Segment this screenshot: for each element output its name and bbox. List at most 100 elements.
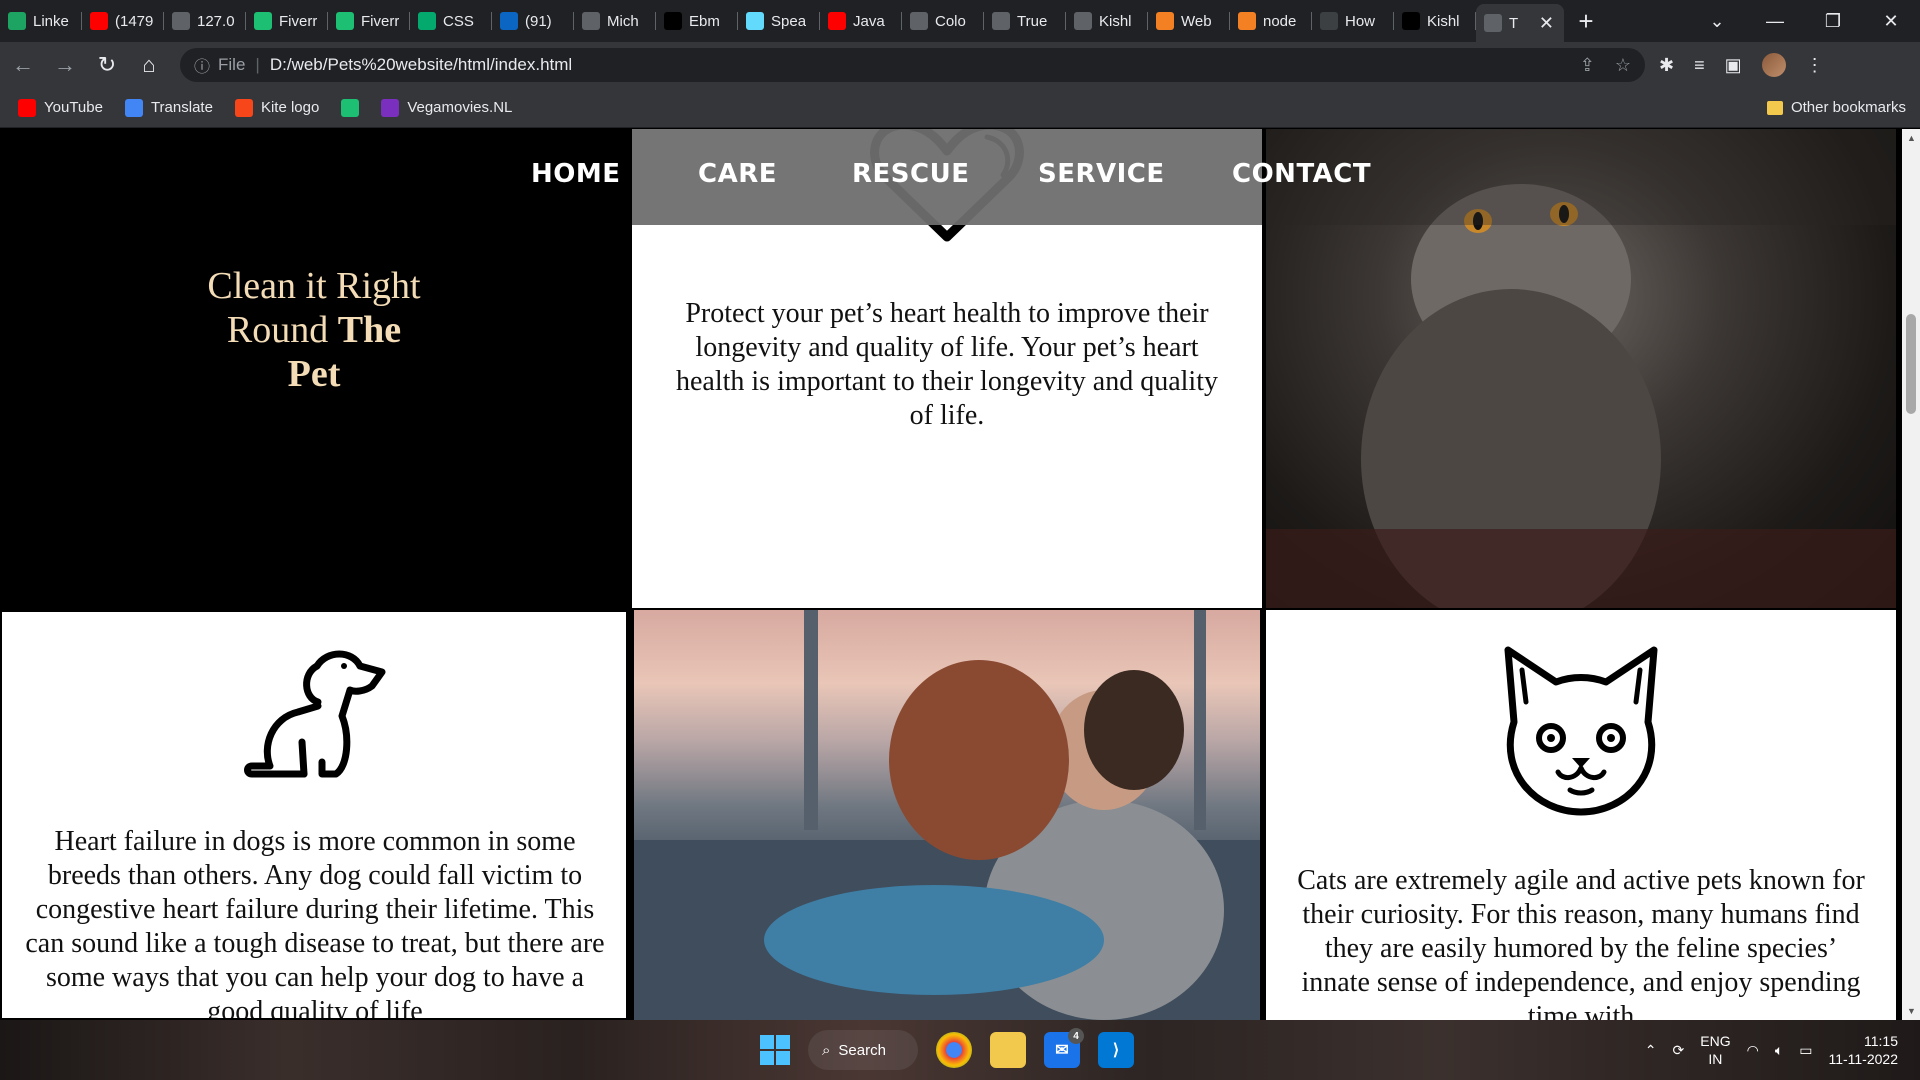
volume-icon[interactable]: 🔈︎	[1775, 1042, 1783, 1059]
browser-tab[interactable]: Colo	[902, 0, 984, 42]
battery-icon[interactable]: ▭	[1799, 1042, 1812, 1059]
browser-tab[interactable]: Java	[820, 0, 902, 42]
reload-button[interactable]: ↻	[88, 46, 126, 84]
v-icon	[381, 98, 400, 117]
browser-tab[interactable]: T ✕	[1476, 4, 1564, 42]
forward-button[interactable]: →	[46, 46, 84, 84]
stackoverflow-icon	[1238, 12, 1256, 30]
browser-tab[interactable]: CSS	[410, 0, 492, 42]
scheme-separator: |	[255, 55, 260, 74]
browser-tab[interactable]: Ebm	[656, 0, 738, 42]
browser-tab[interactable]: Linke	[0, 0, 82, 42]
vscode-icon[interactable]: ⟩	[1098, 1032, 1134, 1068]
info-icon[interactable]: ⓘ	[194, 53, 210, 77]
tab-strip: Linke (1479 127.0 Fiverr Fiverr CSS (91) Mich Eb…	[0, 0, 1920, 42]
close-window-button[interactable]: ✕	[1862, 11, 1920, 32]
language-code: ENG	[1700, 1033, 1731, 1049]
tab-search-icon[interactable]: ⌄	[1688, 11, 1746, 32]
cat-description: Cats are extremely agile and active pets…	[1297, 865, 1865, 1020]
tab-title: Ebm	[689, 12, 720, 30]
scrollbar-thumb[interactable]	[1906, 314, 1916, 414]
browser-tab[interactable]: Web	[1148, 0, 1230, 42]
dog-icon	[244, 650, 386, 778]
bookmark-item[interactable]	[341, 98, 360, 117]
back-button[interactable]: ←	[4, 46, 42, 84]
bookmark-label: YouTube	[44, 99, 103, 116]
slogan-line-2: Round The	[0, 308, 628, 352]
tray-chevron-icon[interactable]: ⌃	[1645, 1042, 1657, 1059]
scheme-label: File	[218, 55, 246, 74]
browser-tab[interactable]: Mich	[574, 0, 656, 42]
close-tab-icon[interactable]: ✕	[1539, 13, 1554, 34]
fiverr-icon	[341, 98, 360, 117]
mail-icon[interactable]: ✉ 4	[1044, 1028, 1084, 1068]
nav-home[interactable]: HOME	[531, 159, 621, 189]
nav-rescue[interactable]: RESCUE	[852, 159, 969, 189]
bookmark-star-icon[interactable]: ☆	[1615, 55, 1631, 76]
browser-tab[interactable]: Kishl	[1066, 0, 1148, 42]
browser-tab[interactable]: Fiverr	[328, 0, 410, 42]
media-icon[interactable]: ≡	[1694, 55, 1705, 76]
bookmark-item[interactable]: Kite logo	[234, 98, 319, 117]
page-scrollbar[interactable]: ▲ ▼	[1902, 129, 1920, 1020]
scroll-up-icon[interactable]: ▲	[1907, 133, 1916, 143]
slogan-line-3-text: Pet	[287, 353, 341, 395]
clock-date: 11-11-2022	[1828, 1051, 1898, 1067]
share-icon[interactable]: ⇪	[1580, 55, 1595, 76]
clock-time: 11:15	[1864, 1033, 1898, 1049]
slogan-line-2b: The	[337, 309, 402, 351]
tab-title: node	[1263, 12, 1297, 30]
tab-title: How	[1345, 12, 1376, 30]
bookmark-item[interactable]: Vegamovies.NL	[381, 98, 512, 117]
taskbar-search[interactable]: ⌕ Search	[808, 1030, 918, 1070]
scroll-down-icon[interactable]: ▼	[1907, 1006, 1916, 1016]
search-icon: ⌕	[822, 1041, 831, 1059]
extensions-icon[interactable]: ✱	[1659, 55, 1674, 76]
region-code: IN	[1708, 1051, 1723, 1067]
browser-tab[interactable]: How	[1312, 0, 1394, 42]
sync-icon[interactable]: ⟳	[1673, 1042, 1685, 1059]
globe-icon	[992, 12, 1010, 30]
file-explorer-icon[interactable]	[990, 1032, 1026, 1068]
browser-tab[interactable]: node	[1230, 0, 1312, 42]
folder-icon	[1766, 100, 1783, 115]
new-tab-button[interactable]: +	[1564, 0, 1608, 42]
address-bar[interactable]: ⓘ File | D:/web/Pets%20website/html/inde…	[180, 48, 1645, 82]
tab-title: Web	[1181, 12, 1212, 30]
browser-tab[interactable]: Fiverr	[246, 0, 328, 42]
browser-tab[interactable]: (91)	[492, 0, 574, 42]
browser-tab[interactable]: Spea	[738, 0, 820, 42]
tabs-list: Linke (1479 127.0 Fiverr Fiverr CSS (91) Mich Eb…	[0, 0, 1564, 42]
bookmarks-bar: YouTube Translate Kite logo Vegamovies.NL O…	[0, 88, 1920, 128]
minimize-button[interactable]: —	[1746, 11, 1804, 32]
slogan-line-2a: Round	[226, 309, 338, 351]
chrome-icon[interactable]	[936, 1032, 972, 1068]
windows-start-icon[interactable]	[760, 1035, 790, 1065]
browser-tab[interactable]: True	[984, 0, 1066, 42]
site-navbar: HOME CARE RESCUE SERVICE CONTACT	[0, 129, 1902, 225]
nav-contact[interactable]: CONTACT	[1232, 159, 1371, 189]
mail-badge: 4	[1068, 1028, 1084, 1044]
tab-title: T	[1509, 14, 1519, 32]
menu-icon[interactable]: ⋮	[1806, 55, 1824, 76]
profile-avatar[interactable]	[1761, 53, 1786, 77]
home-button[interactable]: ⌂	[130, 46, 168, 84]
globe-icon	[1074, 12, 1092, 30]
bookmark-item[interactable]: YouTube	[18, 98, 103, 117]
browser-tab[interactable]: Kishl	[1394, 0, 1476, 42]
browser-tab[interactable]: (1479	[82, 0, 164, 42]
nav-care[interactable]: CARE	[698, 159, 777, 189]
nav-service[interactable]: SERVICE	[1038, 159, 1165, 189]
bookmark-item[interactable]: Translate	[124, 98, 213, 117]
restore-button[interactable]: ❐	[1804, 11, 1862, 32]
clock[interactable]: 11:15 11-11-2022	[1828, 1032, 1898, 1068]
browser-tab[interactable]: 127.0	[164, 0, 246, 42]
tab-title: CSS	[443, 12, 474, 30]
wifi-icon[interactable]: ◠	[1747, 1042, 1759, 1059]
language-indicator[interactable]: ENG IN	[1700, 1032, 1730, 1068]
side-panel-icon[interactable]: ▣	[1725, 55, 1742, 76]
dog-panel: Heart failure in dogs is more common in …	[0, 610, 628, 1020]
url-text[interactable]: D:/web/Pets%20website/html/index.html	[270, 55, 572, 75]
github-icon	[664, 12, 682, 30]
other-bookmarks[interactable]: Other bookmarks	[1766, 99, 1906, 116]
